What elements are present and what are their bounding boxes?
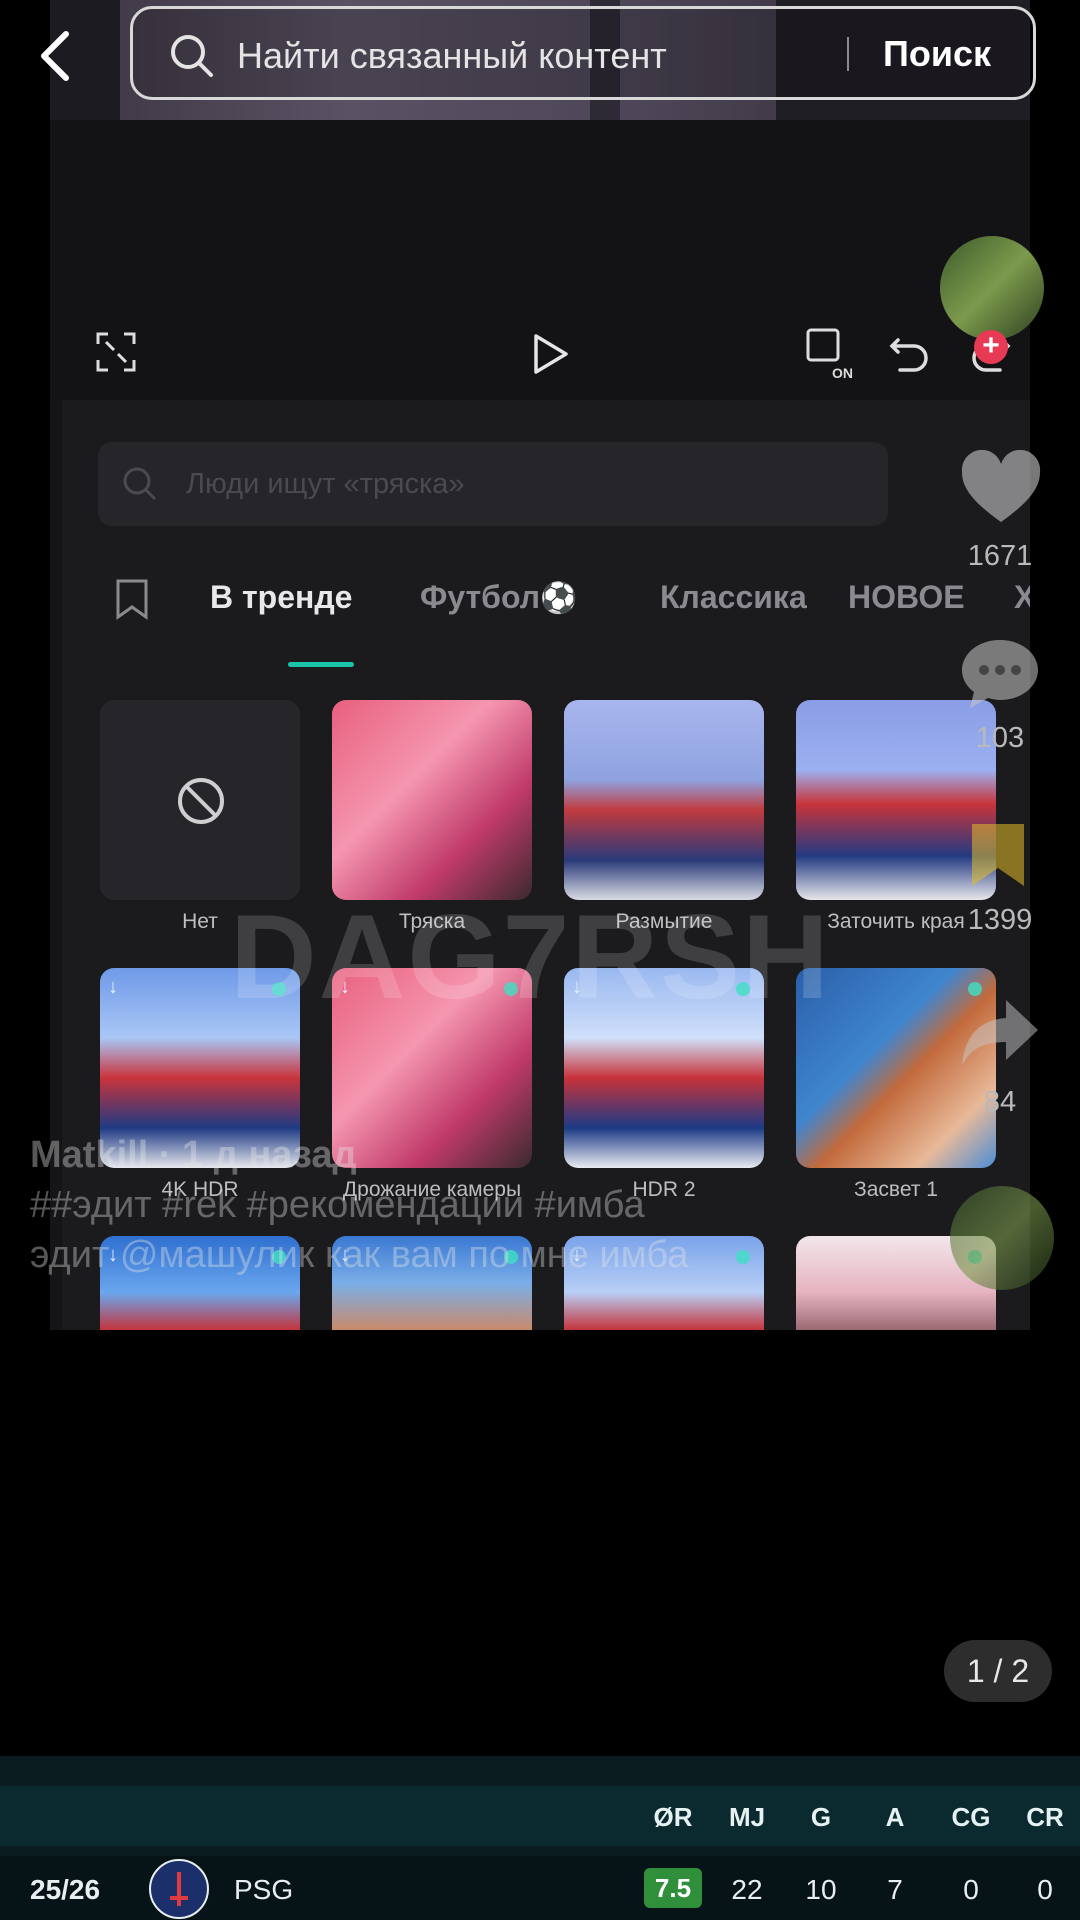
likes-count: 1671 bbox=[967, 540, 1033, 572]
search-icon bbox=[171, 35, 213, 77]
stat-cell: 7 bbox=[887, 1874, 903, 1905]
video-caption: Matkill · 1 д назад ##эдит #rek #рекомен… bbox=[30, 1130, 688, 1280]
effect-tile-blur[interactable] bbox=[564, 700, 764, 900]
col-header: CG bbox=[951, 1802, 991, 1832]
author-line[interactable]: Matkill · 1 д назад bbox=[30, 1130, 688, 1180]
tab-trending[interactable]: В тренде bbox=[210, 579, 352, 616]
divider bbox=[847, 37, 849, 71]
new-dot bbox=[968, 982, 982, 996]
follow-plus-icon[interactable]: + bbox=[974, 330, 1008, 364]
new-dot bbox=[736, 1250, 750, 1264]
none-icon bbox=[178, 778, 224, 824]
undo-icon[interactable] bbox=[888, 332, 932, 376]
preview-area: ON bbox=[50, 120, 1030, 400]
music-disc-icon[interactable] bbox=[950, 1186, 1054, 1290]
search-placeholder: Найти связанный контент bbox=[237, 35, 667, 76]
related-search-bar[interactable]: Найти связанный контент Поиск bbox=[130, 6, 1036, 100]
description-line: эдит @машулик как вам по мне имба bbox=[30, 1234, 689, 1276]
avatar[interactable] bbox=[940, 236, 1044, 340]
saves-count: 1399 bbox=[967, 904, 1033, 936]
download-icon: ↓ bbox=[108, 976, 118, 998]
stat-cell: 0 bbox=[1037, 1874, 1053, 1905]
tab-football[interactable]: Футбол⚽ bbox=[420, 579, 577, 616]
tab-hit[interactable]: Хит bbox=[1014, 579, 1030, 616]
effects-search-placeholder: Люди ищут «тряска» bbox=[186, 468, 465, 500]
effect-tile-none[interactable] bbox=[100, 700, 300, 900]
hashtags-line[interactable]: ##эдит #rek #рекомендации #имба bbox=[30, 1180, 688, 1230]
stat-cell: 10 bbox=[805, 1874, 837, 1905]
col-header: G bbox=[810, 1802, 832, 1832]
shares-count: 84 bbox=[983, 1086, 1017, 1118]
col-header: ØR bbox=[653, 1802, 693, 1832]
season: 25/26 bbox=[30, 1874, 101, 1905]
search-button[interactable]: Поиск bbox=[883, 33, 991, 75]
effects-search-input[interactable]: Люди ищут «тряска» bbox=[98, 442, 888, 526]
play-icon[interactable] bbox=[528, 332, 572, 376]
rating-badge: 7.5 bbox=[644, 1868, 702, 1908]
col-header: MJ bbox=[728, 1802, 766, 1832]
stat-cell: 22 bbox=[731, 1874, 763, 1905]
search-icon bbox=[123, 467, 157, 501]
fullscreen-icon[interactable] bbox=[94, 330, 138, 374]
stat-cell: 0 bbox=[963, 1874, 979, 1905]
stats-header: ØR MJ G A CG CR bbox=[0, 1786, 1080, 1846]
col-header: CR bbox=[1026, 1802, 1064, 1832]
club-name: PSG bbox=[234, 1874, 294, 1905]
tab-classic[interactable]: Классика bbox=[660, 579, 807, 616]
tab-new[interactable]: НОВОЕ bbox=[848, 579, 965, 616]
soccer-ball-icon: ⚽ bbox=[540, 582, 578, 615]
stats-row: 25/26 PSG 7.5 22 10 7 0 0 bbox=[0, 1856, 1080, 1920]
psg-crest-icon bbox=[149, 1859, 209, 1919]
effect-tile-shake[interactable] bbox=[332, 700, 532, 900]
comment-icon[interactable] bbox=[960, 636, 1040, 710]
heart-icon[interactable] bbox=[960, 450, 1042, 526]
back-arrow-icon[interactable] bbox=[36, 28, 76, 84]
watermark: DAG7RSH bbox=[230, 890, 831, 1024]
comments-count: 103 bbox=[975, 722, 1025, 754]
page-indicator: 1 / 2 bbox=[944, 1640, 1052, 1702]
svg-text:ON: ON bbox=[832, 365, 853, 381]
bookmark-save-icon[interactable] bbox=[968, 820, 1028, 890]
keyframe-on-icon[interactable]: ON bbox=[804, 326, 860, 382]
effects-tabs: В тренде Футбол⚽ Классика НОВОЕ Хит bbox=[100, 565, 1030, 625]
share-icon[interactable] bbox=[960, 996, 1040, 1070]
active-tab-indicator bbox=[288, 662, 354, 667]
col-header: A bbox=[885, 1802, 905, 1832]
bookmark-icon[interactable] bbox=[114, 577, 150, 621]
player-stats-bar: ØR MJ G A CG CR 25/26 PSG 7.5 22 10 7 0 … bbox=[0, 1756, 1080, 1920]
